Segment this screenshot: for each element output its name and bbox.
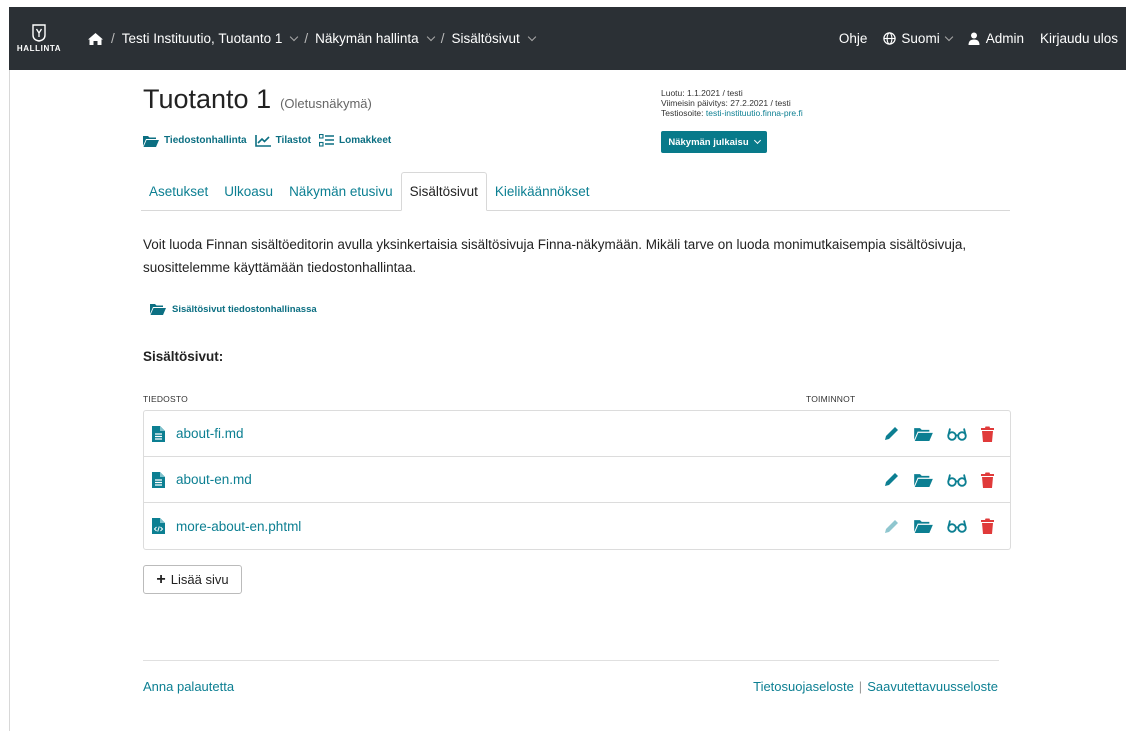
folder-open-icon[interactable] (914, 427, 933, 441)
line-chart-icon (254, 134, 271, 147)
test-address-label: Testiosoite: (661, 108, 704, 118)
chevron-down-icon (290, 32, 299, 42)
delete-trash-icon[interactable] (981, 518, 994, 534)
chevron-down-icon (426, 32, 435, 42)
updated-info: Viimeisin päivitys: 27.2.2021 / testi (661, 98, 791, 108)
tab-front-page[interactable]: Näkymän etusivu (281, 172, 401, 210)
footer-separator: | (858, 679, 863, 694)
breadcrumb-view-management[interactable]: Näkymän hallinta (315, 31, 435, 46)
edit-pencil-icon[interactable] (883, 471, 900, 488)
finna-seal-icon (32, 24, 46, 42)
brand-label: HALLINTA (16, 44, 62, 53)
table-row: more-about-en.phtml (144, 503, 1010, 549)
chevron-down-icon (753, 136, 761, 145)
row-actions (869, 471, 994, 488)
accessibility-statement-link[interactable]: Saavutettavuusseloste (867, 679, 998, 694)
logout-link[interactable]: Kirjaudu ulos (1040, 31, 1118, 46)
publish-view-label: Näkymän julkaisu (668, 136, 749, 148)
language-selector[interactable]: Suomi (883, 31, 953, 46)
list-check-icon (319, 134, 334, 147)
forms-label: Lomakkeet (339, 135, 392, 146)
folder-open-icon (150, 304, 166, 315)
breadcrumb-separator: / (111, 31, 115, 46)
page-subtitle: (Oletusnäkymä) (280, 96, 372, 111)
statistics-label: Tilastot (275, 135, 311, 146)
folder-open-icon[interactable] (914, 473, 933, 487)
user-name: Admin (985, 31, 1024, 46)
language-label: Suomi (901, 31, 940, 46)
footer-links: Tietosuojaseloste | Saavutettavuusselost… (753, 679, 998, 694)
folder-open-icon (143, 135, 159, 147)
user-menu[interactable]: Admin (968, 31, 1024, 46)
page-title: Tuotanto 1 (143, 84, 272, 114)
breadcrumb-separator: / (440, 31, 445, 46)
breadcrumb-separator: / (304, 31, 309, 46)
content-pages-table: about-fi.md about-en.md more-about-en.ph… (143, 410, 1011, 550)
test-address-link[interactable]: testi-instituutio.finna-pre.fi (706, 108, 803, 118)
text-file-icon (152, 425, 165, 442)
add-page-button[interactable]: + Lisää sivu (143, 565, 242, 594)
tab-translations[interactable]: Kielikäännökset (487, 172, 598, 210)
publish-view-button[interactable]: Näkymän julkaisu (661, 131, 767, 153)
file-manager-label: Tiedostonhallinta (164, 135, 247, 146)
view-title-row: Tuotanto 1 (Oletusnäkymä) (143, 84, 372, 115)
feedback-link[interactable]: Anna palautetta (143, 679, 234, 694)
chevron-down-icon (944, 32, 953, 42)
delete-trash-icon[interactable] (981, 472, 994, 488)
left-border (9, 70, 10, 731)
section-title: Sisältösivut: (143, 349, 224, 364)
column-header-file: TIEDOSTO (143, 394, 188, 404)
privacy-policy-link[interactable]: Tietosuojaseloste (753, 679, 854, 694)
tab-content-pages[interactable]: Sisältösivut (400, 172, 487, 211)
breadcrumb-view-management-label: Näkymän hallinta (315, 31, 419, 46)
table-row: about-fi.md (144, 411, 1010, 457)
file-name-link[interactable]: more-about-en.phtml (176, 519, 301, 534)
content-pages-file-manager-link[interactable]: Sisältösivut tiedostonhallinassa (150, 303, 317, 315)
breadcrumb-organization-label: Testi Instituutio, Tuotanto 1 (121, 31, 283, 46)
preview-glasses-icon[interactable] (947, 519, 967, 533)
home-icon[interactable] (87, 32, 104, 46)
user-icon (968, 32, 980, 45)
folder-open-icon[interactable] (914, 519, 933, 533)
tab-appearance[interactable]: Ulkoasu (216, 172, 281, 210)
view-metadata: Luotu: 1.1.2021 / testi Viimeisin päivit… (661, 88, 803, 118)
file-name-link[interactable]: about-en.md (176, 472, 252, 487)
column-header-actions: TOIMINNOT (806, 394, 856, 404)
file-name-link[interactable]: about-fi.md (176, 426, 244, 441)
brand-logo[interactable]: HALLINTA (9, 7, 69, 70)
file-manager-tool[interactable]: Tiedostonhallinta (143, 135, 247, 147)
view-tabs: Asetukset Ulkoasu Näkymän etusivu Sisält… (141, 172, 1010, 211)
intro-text: Voit luoda Finnan sisältöeditorin avulla… (143, 237, 967, 275)
table-row: about-en.md (144, 457, 1010, 503)
delete-trash-icon[interactable] (981, 426, 994, 442)
row-actions (869, 518, 994, 535)
breadcrumb-content-pages[interactable]: Sisältösivut (451, 31, 536, 46)
text-file-icon (152, 471, 165, 488)
add-page-label: Lisää sivu (170, 572, 229, 587)
forms-tool[interactable]: Lomakkeet (319, 134, 391, 147)
code-file-icon (152, 518, 165, 534)
created-info: Luotu: 1.1.2021 / testi (661, 88, 743, 98)
footer-divider (143, 660, 999, 661)
breadcrumb-content-pages-label: Sisältösivut (451, 31, 520, 46)
view-tools: Tiedostonhallinta Tilastot Lomakkeet (143, 134, 399, 147)
preview-glasses-icon[interactable] (947, 473, 967, 487)
help-link[interactable]: Ohje (839, 31, 868, 46)
edit-pencil-icon[interactable] (883, 425, 900, 442)
statistics-tool[interactable]: Tilastot (254, 134, 311, 147)
app-frame: HALLINTA / Testi Instituutio, Tuotanto 1… (0, 0, 1126, 731)
test-address-info: Testiosoite: testi-instituutio.finna-pre… (661, 108, 803, 118)
edit-pencil-icon[interactable] (883, 518, 900, 535)
breadcrumb: / Testi Instituutio, Tuotanto 1 / Näkymä… (87, 31, 536, 46)
top-navbar: HALLINTA / Testi Instituutio, Tuotanto 1… (9, 7, 1126, 70)
preview-glasses-icon[interactable] (947, 427, 967, 441)
top-right-menu: Ohje Suomi Admin Kirjaudu ulos (823, 31, 1126, 46)
globe-icon (883, 32, 897, 45)
tab-settings[interactable]: Asetukset (141, 172, 216, 210)
row-actions (869, 425, 994, 442)
plus-icon: + (156, 570, 166, 588)
breadcrumb-organization[interactable]: Testi Instituutio, Tuotanto 1 (121, 31, 299, 46)
content-pages-file-manager-label: Sisältösivut tiedostonhallinassa (172, 303, 317, 315)
chevron-down-icon (527, 32, 536, 42)
